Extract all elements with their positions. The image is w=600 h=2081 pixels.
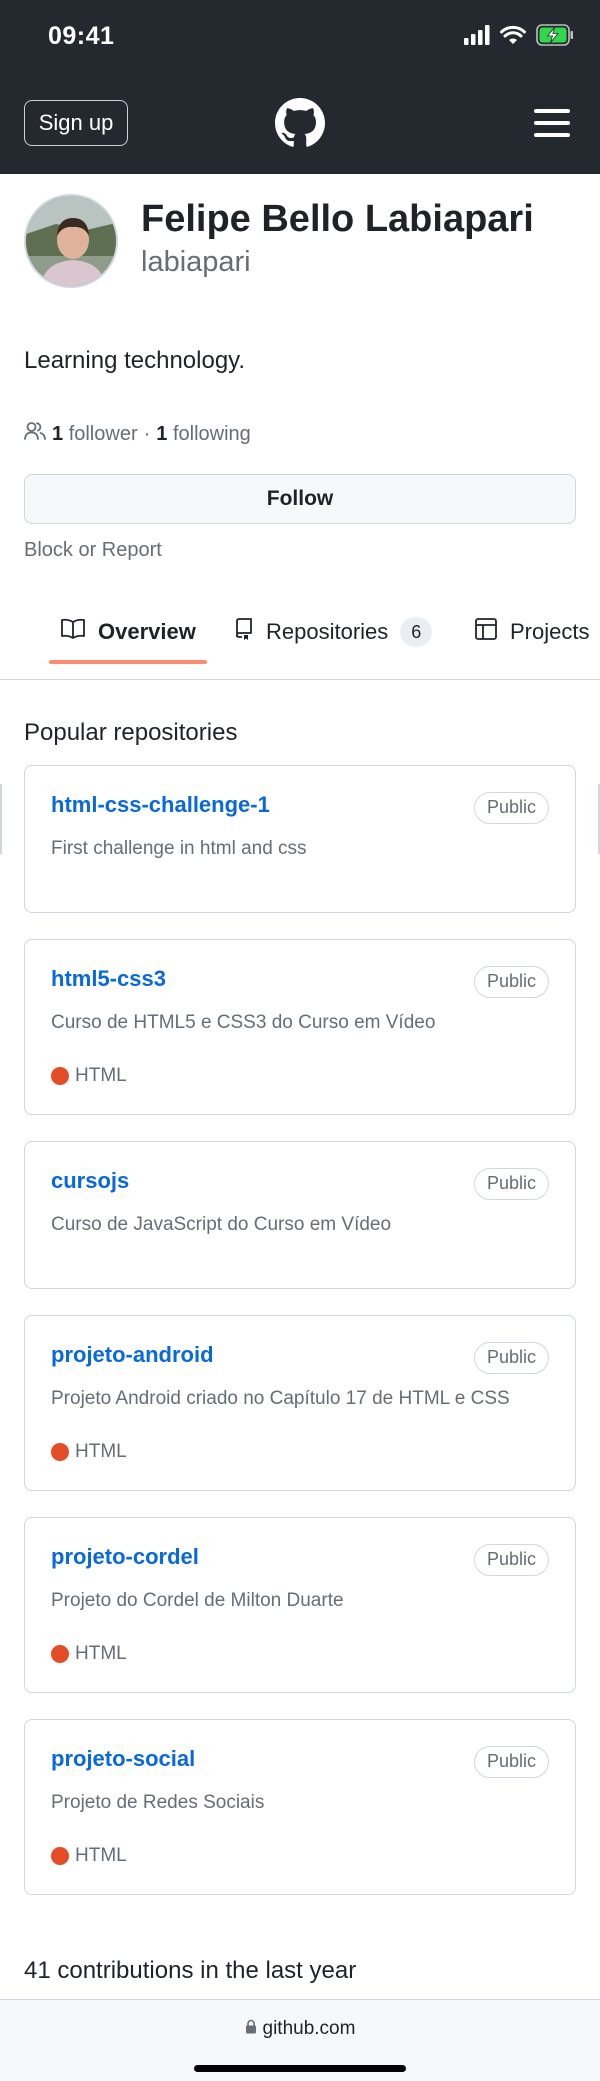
language-color-dot <box>51 1067 69 1085</box>
repo-description: Projeto de Redes Sociais <box>51 1792 265 1813</box>
status-bar: 09:41 <box>0 0 600 72</box>
home-indicator[interactable] <box>194 2065 406 2072</box>
repo-card: projeto-cordel Public Projeto do Cordel … <box>24 1517 576 1693</box>
repo-language-label: HTML <box>75 1441 127 1462</box>
repo-description: Projeto do Cordel de Milton Duarte <box>51 1590 344 1611</box>
repo-name-link[interactable]: html5-css3 <box>51 966 166 992</box>
visibility-badge: Public <box>473 966 549 998</box>
followers-count: 1 <box>52 422 64 445</box>
profile-full-name: Felipe Bello Labiapari <box>141 198 534 240</box>
language-color-dot <box>51 1847 69 1865</box>
repo-card: cursojs Public Curso de JavaScript do Cu… <box>24 1141 576 1289</box>
repo-icon <box>234 617 254 647</box>
block-report-link[interactable]: Block or Report <box>24 539 162 562</box>
people-icon <box>24 421 46 447</box>
app-header: Sign up <box>0 72 600 174</box>
follow-separator: · <box>143 422 151 445</box>
repo-description: Projeto Android criado no Capítulo 17 de… <box>51 1388 510 1409</box>
profile-bio: Learning technology. <box>24 347 246 374</box>
repo-name-link[interactable]: cursojs <box>51 1168 129 1194</box>
wifi-icon <box>500 25 526 50</box>
profile-username: labiapari <box>141 246 251 278</box>
repo-card: html-css-challenge-1 Public First challe… <box>24 765 576 913</box>
follow-stats: 1 follower · 1 following <box>24 421 251 447</box>
book-icon <box>60 618 86 646</box>
repo-language: HTML <box>51 1440 127 1464</box>
tab-overview-label: Overview <box>98 619 196 644</box>
following-count: 1 <box>156 422 168 445</box>
signal-icon <box>464 24 490 50</box>
follow-button[interactable]: Follow <box>24 474 576 524</box>
repo-description: First challenge in html and css <box>51 838 307 859</box>
repo-language: HTML <box>51 1642 127 1666</box>
url-text: github.com <box>262 2018 356 2039</box>
lock-icon <box>245 2018 257 2040</box>
url-display[interactable]: github.com <box>0 2018 600 2040</box>
repo-card: projeto-social Public Projeto de Redes S… <box>24 1719 576 1895</box>
visibility-badge: Public <box>473 792 549 824</box>
visibility-badge: Public <box>473 1746 549 1778</box>
repo-name-link[interactable]: projeto-cordel <box>51 1544 199 1570</box>
popular-repositories-title: Popular repositories <box>24 719 238 746</box>
tab-projects[interactable]: Projects <box>474 612 589 652</box>
repo-language-label: HTML <box>75 1845 127 1866</box>
repo-description: Curso de HTML5 e CSS3 do Curso em Vídeo <box>51 1012 436 1033</box>
profile-tabs: Overview Repositories 6 Projects <box>0 600 600 680</box>
visibility-badge: Public <box>473 1342 549 1374</box>
followers-label: follower <box>68 422 138 445</box>
followers-link[interactable]: 1 follower <box>52 423 138 446</box>
tab-repositories-label: Repositories <box>266 619 389 644</box>
repo-card: projeto-android Public Projeto Android c… <box>24 1315 576 1491</box>
tab-repositories[interactable]: Repositories 6 <box>234 612 433 652</box>
hamburger-menu-icon[interactable] <box>534 109 570 137</box>
avatar[interactable] <box>24 194 118 288</box>
tab-overview[interactable]: Overview <box>60 612 196 652</box>
following-label: following <box>172 422 251 445</box>
active-tab-indicator <box>49 660 207 664</box>
language-color-dot <box>51 1645 69 1663</box>
repo-name-link[interactable]: projeto-social <box>51 1746 195 1772</box>
repo-name-link[interactable]: html-css-challenge-1 <box>51 792 270 818</box>
repo-name-link[interactable]: projeto-android <box>51 1342 214 1368</box>
signup-button[interactable]: Sign up <box>24 100 128 146</box>
repo-description: Curso de JavaScript do Curso em Vídeo <box>51 1214 392 1235</box>
tab-projects-label: Projects <box>510 619 590 644</box>
language-color-dot <box>51 1443 69 1461</box>
repo-language: HTML <box>51 1064 127 1088</box>
table-icon <box>474 617 498 647</box>
status-icons <box>464 23 574 51</box>
battery-charging-icon <box>536 23 574 51</box>
repo-language: HTML <box>51 1844 127 1868</box>
visibility-badge: Public <box>473 1544 549 1576</box>
repo-language-label: HTML <box>75 1065 127 1086</box>
browser-url-bar[interactable]: github.com <box>0 1999 600 2081</box>
repositories-count-badge: 6 <box>400 617 433 647</box>
contributions-title: 41 contributions in the last year <box>24 1957 357 1984</box>
following-link[interactable]: 1 following <box>156 423 251 446</box>
repo-card: html5-css3 Public Curso de HTML5 e CSS3 … <box>24 939 576 1115</box>
github-logo-icon[interactable] <box>275 98 325 148</box>
status-time: 09:41 <box>48 22 115 50</box>
repo-language-label: HTML <box>75 1643 127 1664</box>
carousel-edge-left <box>0 784 2 854</box>
visibility-badge: Public <box>473 1168 549 1200</box>
